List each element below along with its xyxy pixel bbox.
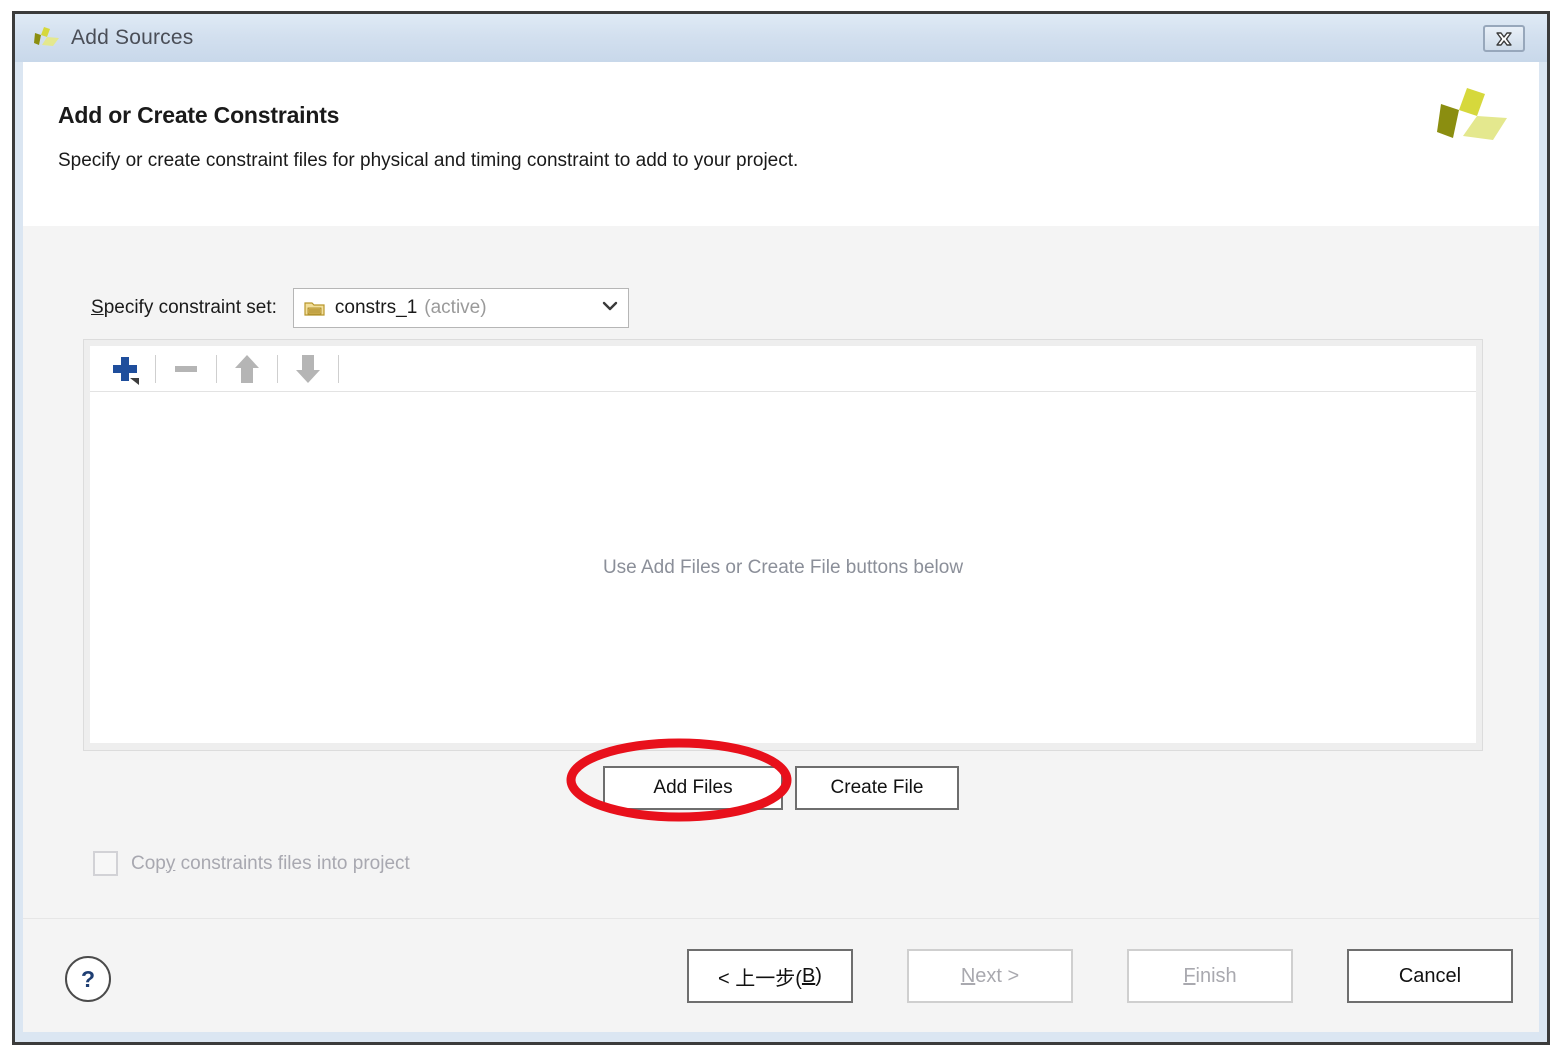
next-button: Next > — [907, 949, 1073, 1003]
constraint-set-row: Specify constraint set: constrs_1 (activ… — [91, 288, 629, 328]
plus-icon[interactable] — [102, 349, 148, 389]
file-action-buttons: Add Files Create File — [23, 766, 1539, 810]
finish-label-rest: inish — [1195, 964, 1237, 987]
xilinx-logo-icon — [34, 26, 60, 50]
dialog-header: Add or Create Constraints Specify or cre… — [23, 62, 1539, 226]
add-files-button[interactable]: Add Files — [603, 766, 783, 810]
file-list-area[interactable]: Use Add Files or Create File buttons bel… — [90, 392, 1476, 743]
constraint-set-value: constrs_1 — [334, 297, 418, 318]
finish-button: Finish — [1127, 949, 1293, 1003]
copy-constraints-label: Copy constraints files into project — [131, 853, 410, 875]
dialog-inner: Add Sources Add or Create Constraints Sp… — [15, 14, 1547, 1042]
constraint-set-label: Specify constraint set: — [91, 297, 277, 319]
copy-constraints-option[interactable]: Copy constraints files into project — [93, 851, 410, 876]
close-icon[interactable] — [1483, 25, 1525, 52]
minus-icon — [163, 349, 209, 389]
copy-label-a: Cop — [131, 852, 166, 874]
arrow-down-icon — [285, 349, 331, 389]
dialog-footer: ? < 上一步(B) Next > Finish Cancel — [23, 918, 1539, 1032]
copy-label-b: constraints files into project — [175, 852, 410, 874]
copy-label-mnemonic: y — [165, 852, 176, 874]
constraint-set-label-rest: pecify constraint set: — [103, 297, 277, 318]
back-label-b: ) — [815, 964, 822, 987]
toolbar-separator — [277, 354, 278, 383]
constraint-set-dropdown[interactable]: constrs_1 (active) — [292, 288, 629, 328]
help-button[interactable]: ? — [65, 956, 111, 1002]
toolbar-separator — [155, 354, 156, 383]
cancel-button[interactable]: Cancel — [1347, 949, 1513, 1003]
finish-label-mnemonic: F — [1183, 964, 1196, 987]
chevron-down-icon — [600, 299, 620, 318]
page-subtitle: Specify or create constraint files for p… — [58, 150, 799, 171]
file-list-empty-message: Use Add Files or Create File buttons bel… — [602, 556, 964, 578]
back-label-a: < 上一步( — [718, 967, 802, 990]
create-file-button[interactable]: Create File — [795, 766, 959, 810]
file-list-toolbar — [90, 346, 1476, 392]
title-bar: Add Sources — [15, 14, 1547, 62]
dialog-title: Add Sources — [71, 26, 194, 49]
dialog-body: Specify constraint set: constrs_1 (activ… — [23, 226, 1539, 918]
xilinx-logo-icon — [1437, 86, 1509, 148]
folder-icon — [304, 299, 326, 317]
page-title: Add or Create Constraints — [58, 102, 340, 128]
add-sources-dialog: Add Sources Add or Create Constraints Sp… — [12, 11, 1550, 1045]
constraint-set-state: (active) — [424, 297, 487, 318]
next-label-rest: ext > — [975, 964, 1020, 987]
back-label-mnemonic: B — [801, 964, 816, 987]
wizard-nav-buttons: < 上一步(B) Next > Finish Cancel — [687, 949, 1513, 1003]
constraint-files-panel: Use Add Files or Create File buttons bel… — [83, 339, 1483, 751]
toolbar-separator — [216, 354, 217, 383]
toolbar-separator — [338, 354, 339, 383]
next-label-mnemonic: N — [960, 964, 976, 987]
constraint-set-label-mnemonic: S — [91, 297, 104, 318]
copy-constraints-checkbox[interactable] — [93, 851, 118, 876]
arrow-up-icon — [224, 349, 270, 389]
back-button[interactable]: < 上一步(B) — [687, 949, 853, 1003]
